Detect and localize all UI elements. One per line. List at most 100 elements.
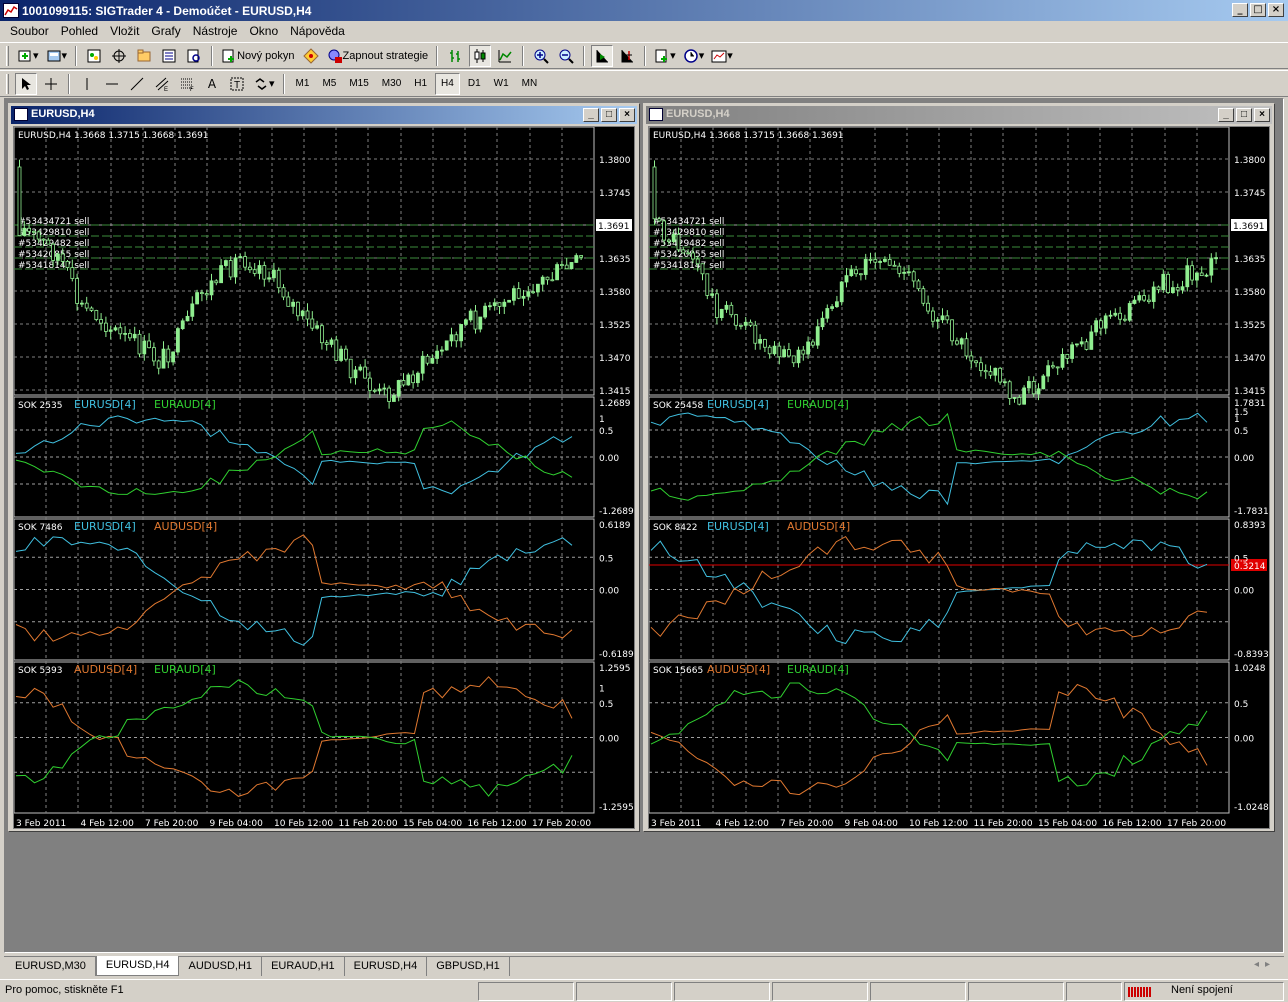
menu-napoveda[interactable]: Nápověda (284, 21, 351, 42)
tab-eurusd-h4[interactable]: EURUSD,H4 (95, 956, 180, 976)
timeframe-h4[interactable]: H4 (435, 72, 460, 95)
tab-euraud-h1[interactable]: EURAUD,H1 (262, 957, 345, 976)
candle-body (175, 328, 180, 353)
tab-audusd-h1[interactable]: AUDUSD,H1 (179, 957, 263, 976)
candle-body (906, 271, 911, 274)
chart-1-svg[interactable]: 1.3800 1.3745 1.3691 1.3635 1.3580 1.3525 1.34… (14, 127, 636, 830)
status-panel (674, 982, 770, 1001)
candle-body (377, 388, 382, 392)
chart-window-1-close-button[interactable]: × (619, 108, 635, 122)
candle-body (161, 348, 166, 369)
indicators-button[interactable]: ▾ (652, 45, 678, 67)
timeframe-m1[interactable]: M1 (291, 73, 315, 95)
toolbar-grip-2[interactable] (6, 73, 9, 94)
time-axis-label: 11 Feb 20:00 (974, 819, 1033, 829)
periods-button[interactable]: ▾ (681, 45, 707, 67)
tester-button[interactable] (183, 45, 205, 67)
toolbar-grip[interactable] (6, 45, 9, 66)
chart-window-2-minimize-button[interactable]: _ (1218, 108, 1234, 122)
menu-vlozit[interactable]: Vložit (104, 21, 145, 42)
vertical-line-button[interactable] (76, 73, 98, 95)
indicator-axis-label: 1.2595 (599, 664, 631, 674)
start-strategy-button[interactable]: Zapnout strategie (325, 45, 431, 67)
chart-window-2-title-bar[interactable]: EURUSD,H4 _ □ × (646, 106, 1272, 124)
candle-body (1171, 287, 1175, 293)
cursor-button[interactable] (15, 72, 37, 95)
indicator-axis-label: 1 (1234, 415, 1240, 425)
chart-shift-icon (621, 49, 634, 62)
close-button[interactable]: × (1268, 3, 1284, 17)
chart-window-2-title: EURUSD,H4 (666, 108, 730, 120)
horizontal-line-button[interactable] (101, 73, 123, 95)
chart-2-svg[interactable]: 1.3800 1.3745 1.3691 1.3635 1.3580 1.3525 1.34… (649, 127, 1271, 830)
chart-window-2-close-button[interactable]: × (1254, 108, 1270, 122)
timeframe-h1[interactable]: H1 (409, 73, 432, 95)
menu-nastroje[interactable]: Nástroje (187, 21, 244, 42)
terminal-button[interactable] (158, 45, 180, 67)
timeframe-m30[interactable]: M30 (377, 73, 406, 95)
data-window-button[interactable] (108, 45, 130, 67)
tab-scroll-arrows[interactable]: ◂▸ (1254, 959, 1276, 970)
candle-body (324, 342, 329, 345)
chart-shift-button[interactable] (616, 45, 638, 67)
metaeditor-button[interactable] (300, 45, 322, 67)
chart-window-2-plot[interactable]: 1.3800 1.3745 1.3691 1.3635 1.3580 1.3525 1.34… (648, 126, 1270, 829)
candle-body (348, 358, 353, 379)
candle-body (550, 279, 555, 282)
market-watch-button[interactable] (83, 45, 105, 67)
tab-gbpusd-h1[interactable]: GBPUSD,H1 (427, 957, 510, 976)
chart-window-1-title-bar[interactable]: EURUSD,H4 _ □ × (11, 106, 637, 124)
templates-button[interactable]: ▾ (709, 45, 735, 67)
candle-body (734, 314, 738, 326)
candle-body (195, 292, 200, 305)
channel-button[interactable]: E (151, 73, 173, 95)
chart-window-1-minimize-button[interactable]: _ (583, 108, 599, 122)
menu-grafy[interactable]: Grafy (145, 21, 186, 42)
tab-eurusd-m30[interactable]: EURUSD,M30 (6, 957, 96, 976)
zoom-in-button[interactable] (530, 45, 552, 67)
profiles-button[interactable]: ▾ (44, 45, 70, 67)
maximize-button[interactable]: □ (1250, 3, 1266, 17)
timeframe-w1[interactable]: W1 (489, 73, 514, 95)
candle-body (199, 292, 204, 295)
chart-window-1-plot[interactable]: 1.3800 1.3745 1.3691 1.3635 1.3580 1.3525 1.34… (13, 126, 635, 829)
auto-scroll-button[interactable] (591, 44, 614, 67)
timeframe-m5[interactable]: M5 (317, 73, 341, 95)
chart-window-1-maximize-button[interactable]: □ (601, 108, 617, 122)
chart-window-2[interactable]: EURUSD,H4 _ □ × 1.3800 1.3745 1.3691 1.3635… (643, 103, 1275, 832)
menu-pohled[interactable]: Pohled (55, 21, 104, 42)
timeframe-mn[interactable]: MN (517, 73, 543, 95)
candle-body (459, 324, 464, 342)
new-order-label: Nový pokyn (237, 49, 295, 62)
timeframe-d1[interactable]: D1 (463, 73, 486, 95)
trendline-button[interactable] (126, 73, 148, 95)
menu-soubor[interactable]: Soubor (4, 21, 55, 42)
line-chart-button[interactable] (494, 45, 516, 67)
minimize-button[interactable]: _ (1232, 3, 1248, 17)
tab-eurusd-h4-2[interactable]: EURUSD,H4 (345, 957, 428, 976)
bar-chart-button[interactable] (444, 45, 466, 67)
chart-window-2-maximize-button[interactable]: □ (1236, 108, 1252, 122)
fibonacci-button[interactable]: F (176, 73, 198, 95)
navigator-button[interactable] (133, 45, 155, 67)
candle-body (267, 277, 272, 280)
zoom-out-button[interactable] (555, 45, 577, 67)
time-axis-label: 10 Feb 12:00 (909, 819, 968, 829)
timeframe-m15[interactable]: M15 (344, 73, 373, 95)
crosshair-button[interactable] (40, 73, 62, 95)
new-chart-button[interactable]: ▾ (15, 45, 41, 67)
price-axis-label: 1.3580 (1234, 288, 1266, 298)
arrows-button[interactable]: ▾ (251, 73, 277, 95)
candle-body (657, 218, 662, 222)
candle-body (969, 355, 974, 362)
candle-body (1074, 343, 1079, 346)
candlestick-chart-button[interactable] (469, 44, 492, 67)
candle-body (1089, 331, 1094, 350)
chart-window-1[interactable]: EURUSD,H4 _ □ × 1.3800 1.3745 1.3691 1.3635… (8, 103, 640, 832)
text-label-button[interactable]: T (226, 73, 248, 95)
title-bar[interactable]: 1001099115: SIGTrader 4 - Demoúčet - EUR… (0, 0, 1288, 21)
price-axis-label: 1.3470 (1234, 354, 1266, 364)
text-button[interactable]: A (201, 73, 223, 95)
menu-okno[interactable]: Okno (243, 21, 284, 42)
new-order-button[interactable]: Nový pokyn (219, 45, 296, 67)
